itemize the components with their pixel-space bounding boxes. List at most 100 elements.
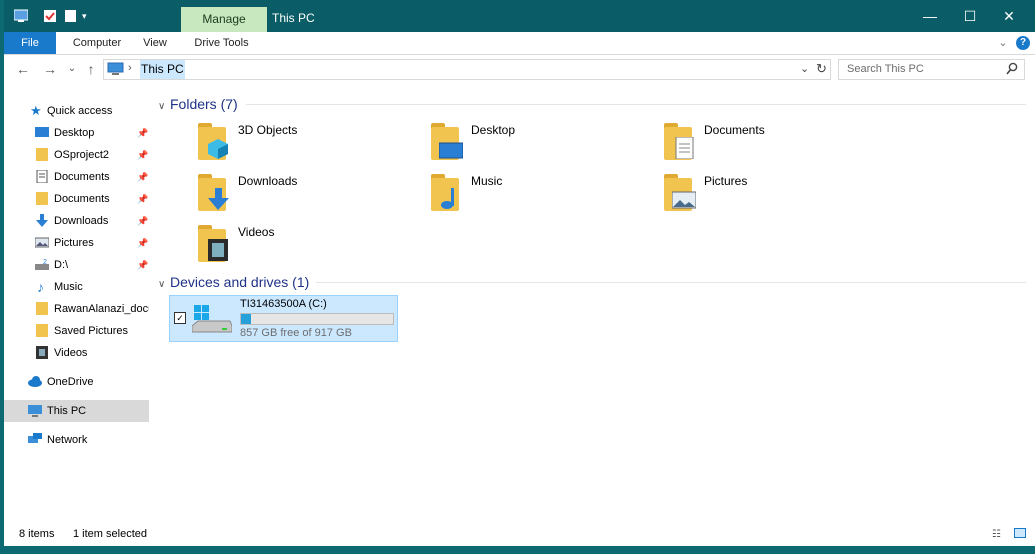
search-icon[interactable] <box>1006 62 1018 76</box>
sidebar-item-documents-folder[interactable]: Documents 📌 <box>4 188 149 210</box>
sidebar-quick-access[interactable]: ★ Quick access <box>4 100 149 122</box>
address-bar[interactable]: › This PC ⌄ ↻ <box>103 59 831 80</box>
sidebar-item-label: D:\ <box>54 259 69 271</box>
sidebar-item-pictures[interactable]: Pictures 📌 <box>4 232 149 254</box>
recent-locations-button[interactable]: ⌄ <box>63 60 81 78</box>
sidebar-item-music[interactable]: ♪ Music <box>4 276 149 298</box>
sidebar-item-label: Documents <box>54 171 110 183</box>
folders-group-header[interactable]: ∨ Folders (7) <box>158 95 238 113</box>
folder-3d-objects[interactable]: 3D Objects <box>196 123 416 171</box>
sidebar-item-label: Saved Pictures <box>54 325 128 337</box>
drive-usage-fill <box>241 314 251 324</box>
drive-icon: 2 <box>35 259 49 270</box>
folder-desktop[interactable]: Desktop <box>429 123 649 171</box>
folder-label: Pictures <box>704 174 748 188</box>
search-placeholder: Search This PC <box>847 63 924 75</box>
drives-group-header[interactable]: ∨ Devices and drives (1) <box>158 273 309 291</box>
download-icon <box>36 214 48 227</box>
folder-label: Music <box>471 174 503 188</box>
folder-videos[interactable]: Videos <box>196 225 416 273</box>
sidebar-item-label: RawanAlanazi_docu <box>54 303 149 315</box>
folder-label: Videos <box>238 225 275 239</box>
tab-drive-tools[interactable]: Drive Tools <box>184 32 259 54</box>
content-pane: ∨ Folders (7) 3D Objects Desktop Document… <box>154 93 1035 523</box>
large-icons-view-icon[interactable] <box>1014 528 1026 538</box>
network-icon <box>28 433 42 443</box>
sidebar-item-label: Downloads <box>54 215 109 227</box>
drive-c-tile[interactable]: ✓ TI31463500A (C:) 857 GB free of 917 GB <box>169 295 398 342</box>
sidebar-item-videos[interactable]: Videos <box>4 342 149 364</box>
desktop-folder-icon <box>429 123 463 163</box>
address-dropdown-icon[interactable]: ⌄ <box>800 62 809 75</box>
ribbon-tabs: File Computer View Drive Tools ⌄ ? <box>4 32 1035 55</box>
back-button[interactable]: ← <box>14 60 32 78</box>
folder-icon <box>36 324 48 337</box>
sidebar-item-downloads[interactable]: Downloads 📌 <box>4 210 149 232</box>
up-button[interactable]: ↑ <box>82 60 100 78</box>
refresh-icon[interactable]: ↻ <box>816 61 827 77</box>
sidebar-item-documents[interactable]: Documents 📌 <box>4 166 149 188</box>
folder-icon <box>36 302 48 315</box>
chevron-down-icon: ∨ <box>158 279 166 290</box>
tab-computer[interactable]: Computer <box>63 32 131 54</box>
tab-file[interactable]: File <box>4 32 56 54</box>
title-bar: ▾ Manage This PC — ☐ ✕ <box>4 0 1035 32</box>
address-row: ← → ⌄ ↑ › This PC ⌄ ↻ Search This PC <box>4 56 1035 83</box>
music-icon: ♪ <box>37 279 44 295</box>
sidebar-item-osproject2[interactable]: OSproject2 📌 <box>4 144 149 166</box>
drive-usage-bar <box>240 313 394 325</box>
drive-checkbox[interactable]: ✓ <box>174 312 186 324</box>
folder-pictures[interactable]: Pictures <box>662 174 882 222</box>
sidebar-item-label: Desktop <box>54 127 95 139</box>
drive-name: TI31463500A (C:) <box>240 298 327 310</box>
file-explorer-window: ▾ Manage This PC — ☐ ✕ File Computer Vie… <box>4 0 1035 546</box>
customize-toolbar-icon[interactable]: ▾ <box>82 9 96 23</box>
search-input[interactable]: Search This PC <box>838 59 1025 80</box>
sidebar-item-network[interactable]: Network <box>4 429 149 451</box>
breadcrumb-separator[interactable]: › <box>128 62 132 74</box>
sidebar-item-label: Quick access <box>47 105 113 117</box>
sidebar-item-d-drive[interactable]: 2 D:\ 📌 <box>4 254 149 276</box>
status-bar: 8 items 1 item selected ☷ <box>4 523 1035 546</box>
downloads-folder-icon <box>196 174 230 214</box>
documents-folder-icon <box>662 123 696 163</box>
this-pc-icon <box>107 62 124 75</box>
music-folder-icon <box>429 174 463 214</box>
ribbon-collapse-icon[interactable]: ⌄ <box>996 32 1010 54</box>
sidebar-item-onedrive[interactable]: OneDrive <box>4 371 149 393</box>
sidebar-item-rawanalanazi[interactable]: RawanAlanazi_docu <box>4 298 149 320</box>
item-count: 8 items <box>19 528 55 540</box>
folder-music[interactable]: Music <box>429 174 649 222</box>
folder-icon <box>36 148 48 161</box>
pictures-folder-icon <box>662 174 696 214</box>
group-title: Devices and drives (1) <box>170 274 310 290</box>
folder-downloads[interactable]: Downloads <box>196 174 416 222</box>
sidebar-item-desktop[interactable]: Desktop 📌 <box>4 122 149 144</box>
close-button[interactable]: ✕ <box>986 0 1032 32</box>
folder-documents[interactable]: Documents <box>662 123 882 171</box>
sidebar-item-saved-pictures[interactable]: Saved Pictures <box>4 320 149 342</box>
new-folder-icon[interactable] <box>64 9 78 23</box>
sidebar-item-label: This PC <box>47 405 87 417</box>
forward-button[interactable]: → <box>41 60 59 78</box>
drive-free-space: 857 GB free of 917 GB <box>240 327 352 339</box>
breadcrumb-this-pc[interactable]: This PC <box>140 60 185 79</box>
details-view-icon[interactable]: ☷ <box>992 529 1001 540</box>
star-icon: ★ <box>30 103 42 118</box>
sidebar-item-this-pc[interactable]: This PC <box>4 400 149 422</box>
manage-context-tab[interactable]: Manage <box>181 7 267 32</box>
folder-label: Documents <box>704 123 765 137</box>
3d-objects-icon <box>196 123 230 163</box>
help-icon[interactable]: ? <box>1016 36 1030 50</box>
tab-view[interactable]: View <box>135 32 175 54</box>
properties-icon[interactable] <box>43 9 57 23</box>
desktop-icon <box>35 127 49 137</box>
pin-icon: 📌 <box>137 260 149 270</box>
windows-drive-icon <box>192 305 232 333</box>
this-pc-icon <box>28 405 42 417</box>
sidebar-item-label: OneDrive <box>47 376 94 388</box>
pin-icon: 📌 <box>137 150 149 160</box>
sidebar-item-label: Pictures <box>54 237 94 249</box>
chevron-down-icon: ∨ <box>158 101 166 112</box>
sidebar-item-label: OSproject2 <box>54 149 110 161</box>
